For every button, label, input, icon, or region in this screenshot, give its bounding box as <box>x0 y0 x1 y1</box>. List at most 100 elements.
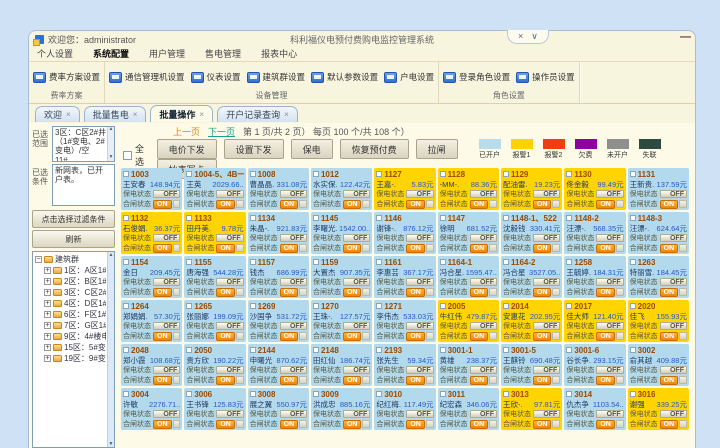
switch-toggle[interactable]: ON <box>596 332 623 341</box>
card-checkbox[interactable] <box>313 215 319 221</box>
meter-card[interactable]: 1127王嘉-.5.83元保电状态OFF合闸状态ON <box>374 168 435 210</box>
meter-card[interactable]: 1263特丽雪.184.45元保电状态OFF合闸状态ON <box>628 256 689 298</box>
card-checkbox[interactable] <box>186 347 192 353</box>
protect-off-toggle[interactable]: OFF <box>470 278 497 286</box>
meter-card[interactable]: 3008展之翼550.97元保电状态OFF合闸状态ON <box>248 388 309 430</box>
protect-off-toggle[interactable]: OFF <box>153 322 180 330</box>
protect-off-toggle[interactable]: OFF <box>153 190 180 198</box>
protect-off-toggle[interactable]: OFF <box>406 366 433 374</box>
switch-on-badge[interactable]: ON <box>596 332 615 341</box>
protect-off-toggle[interactable]: OFF <box>406 278 433 286</box>
meter-card[interactable]: 1269沙国争531.72元保电状态OFF合闸状态ON <box>248 300 309 342</box>
meter-card[interactable]: 2148田红仙186.74元保电状态OFF合闸状态ON <box>311 344 372 386</box>
switch-on-badge[interactable]: ON <box>533 244 552 253</box>
protect-off-toggle[interactable]: OFF <box>216 322 243 330</box>
switch-toggle[interactable]: ON <box>343 244 370 253</box>
document-tab[interactable]: 开户记录查询× <box>217 106 298 122</box>
card-checkbox[interactable] <box>566 303 572 309</box>
meter-card[interactable]: 2017佳大师121.40元保电状态OFF合闸状态ON <box>564 300 625 342</box>
document-tab[interactable]: 批量操作× <box>150 105 213 122</box>
protect-off-toggle[interactable]: OFF <box>660 234 687 242</box>
menu-item[interactable]: 报表中心 <box>261 47 297 60</box>
ribbon-button[interactable]: 仪表设置 <box>191 71 241 83</box>
protect-off-toggle[interactable]: OFF <box>153 366 180 374</box>
protect-off-toggle[interactable]: OFF <box>660 190 687 198</box>
meter-card[interactable]: 2144申曙光870.62元保电状态OFF合闸状态ON <box>248 344 309 386</box>
switch-on-badge[interactable]: ON <box>470 288 489 297</box>
card-checkbox[interactable] <box>440 215 446 221</box>
scrollbar[interactable]: ▲▼ <box>107 127 114 161</box>
switch-on-badge[interactable]: ON <box>660 376 679 385</box>
meter-card[interactable]: 1147徐明681.52元保电状态OFF合闸状态ON <box>438 212 499 254</box>
protect-off-toggle[interactable]: OFF <box>533 278 560 286</box>
refresh-button[interactable]: 刷新 <box>32 230 115 248</box>
meter-card[interactable]: 3009洪成忠885.16元保电状态OFF合闸状态ON <box>311 388 372 430</box>
protect-off-toggle[interactable]: OFF <box>533 234 560 242</box>
switch-on-badge[interactable]: ON <box>596 420 615 429</box>
switch-on-badge[interactable]: ON <box>216 244 235 253</box>
switch-toggle[interactable]: ON <box>533 200 560 209</box>
switch-toggle[interactable]: ON <box>406 244 433 253</box>
switch-toggle[interactable]: ON <box>533 332 560 341</box>
meter-card[interactable]: 1164-1冯合星.1595.47..保电状态OFF合闸状态ON <box>438 256 499 298</box>
switch-toggle[interactable]: ON <box>660 376 687 385</box>
tree-item[interactable]: +3区：C区2#井（1#变电 <box>35 287 106 298</box>
protect-off-toggle[interactable]: OFF <box>596 366 623 374</box>
switch-toggle[interactable]: ON <box>406 420 433 429</box>
switch-toggle[interactable]: ON <box>153 288 180 297</box>
card-checkbox[interactable] <box>123 347 129 353</box>
card-checkbox[interactable] <box>186 303 192 309</box>
protect-off-toggle[interactable]: OFF <box>343 410 370 418</box>
protect-off-toggle[interactable]: OFF <box>470 410 497 418</box>
switch-on-badge[interactable]: ON <box>533 200 552 209</box>
switch-on-badge[interactable]: ON <box>343 288 362 297</box>
meter-card[interactable]: 2048郑小霞108.68元保电状态OFF合闸状态ON <box>121 344 182 386</box>
protect-off-toggle[interactable]: OFF <box>216 278 243 286</box>
card-checkbox[interactable] <box>376 303 382 309</box>
switch-toggle[interactable]: ON <box>660 288 687 297</box>
card-checkbox[interactable] <box>566 259 572 265</box>
choose-filter-button[interactable]: 点击选择过滤条件 <box>32 210 115 228</box>
switch-toggle[interactable]: ON <box>660 244 687 253</box>
protect-off-toggle[interactable]: OFF <box>596 322 623 330</box>
card-checkbox[interactable] <box>123 391 129 397</box>
document-tab[interactable]: 批量售电× <box>84 106 147 122</box>
switch-toggle[interactable]: ON <box>660 200 687 209</box>
card-checkbox[interactable] <box>440 391 446 397</box>
switch-on-badge[interactable]: ON <box>406 376 425 385</box>
switch-on-badge[interactable]: ON <box>216 200 235 209</box>
meter-card[interactable]: 1134朱晶-.921.83元保电状态OFF合闸状态ON <box>248 212 309 254</box>
switch-on-badge[interactable]: ON <box>343 420 362 429</box>
switch-on-badge[interactable]: ON <box>216 420 235 429</box>
switch-on-badge[interactable]: ON <box>660 332 679 341</box>
protect-off-toggle[interactable]: OFF <box>216 410 243 418</box>
switch-on-badge[interactable]: ON <box>406 420 425 429</box>
card-checkbox[interactable] <box>503 171 509 177</box>
tab-close-icon[interactable]: × <box>199 110 204 119</box>
card-checkbox[interactable] <box>566 171 572 177</box>
meter-card[interactable]: 2050贵方欣190.22元保电状态OFF合闸状态ON <box>184 344 245 386</box>
switch-on-badge[interactable]: ON <box>470 332 489 341</box>
protect-off-toggle[interactable]: OFF <box>470 366 497 374</box>
protect-off-toggle[interactable]: OFF <box>406 190 433 198</box>
switch-on-badge[interactable]: ON <box>343 332 362 341</box>
switch-toggle[interactable]: ON <box>343 420 370 429</box>
menu-item[interactable]: 个人设置 <box>37 47 73 60</box>
switch-on-badge[interactable]: ON <box>406 288 425 297</box>
switch-toggle[interactable]: ON <box>343 200 370 209</box>
switch-toggle[interactable]: ON <box>153 376 180 385</box>
switch-on-badge[interactable]: ON <box>343 200 362 209</box>
switch-on-badge[interactable]: ON <box>153 200 172 209</box>
tab-close-icon[interactable]: × <box>133 110 138 119</box>
meter-card[interactable]: 1128-MM-.88.36元保电状态OFF合闸状态ON <box>438 168 499 210</box>
select-all-checkbox[interactable] <box>123 151 132 160</box>
meter-card[interactable]: 3014仇杰争1103.54..保电状态OFF合闸状态ON <box>564 388 625 430</box>
protect-off-toggle[interactable]: OFF <box>216 234 243 242</box>
card-checkbox[interactable] <box>186 259 192 265</box>
protect-off-toggle[interactable]: OFF <box>660 322 687 330</box>
switch-toggle[interactable]: ON <box>153 332 180 341</box>
switch-on-badge[interactable]: ON <box>660 420 679 429</box>
protect-off-toggle[interactable]: OFF <box>280 278 307 286</box>
switch-on-badge[interactable]: ON <box>343 244 362 253</box>
switch-toggle[interactable]: ON <box>280 420 307 429</box>
